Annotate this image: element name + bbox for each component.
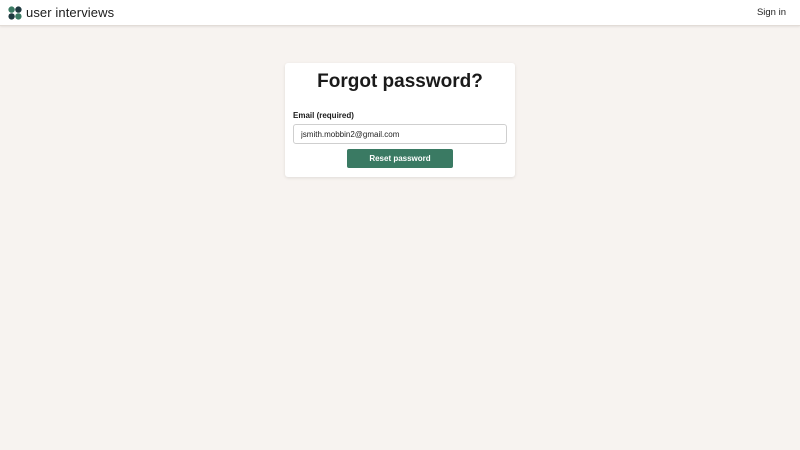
top-navigation-bar: user interviews Sign in	[0, 0, 800, 26]
brand-name: user interviews	[26, 5, 115, 20]
forgot-password-card: Forgot password? Email (required) Reset …	[285, 63, 515, 177]
page-title: Forgot password?	[317, 71, 483, 92]
email-label: Email (required)	[293, 111, 354, 120]
user-interviews-logo-icon	[8, 6, 22, 20]
email-field[interactable]	[293, 124, 507, 144]
reset-password-button[interactable]: Reset password	[347, 149, 453, 168]
brand-logo[interactable]: user interviews	[8, 5, 114, 21]
sign-in-link[interactable]: Sign in	[757, 6, 786, 20]
